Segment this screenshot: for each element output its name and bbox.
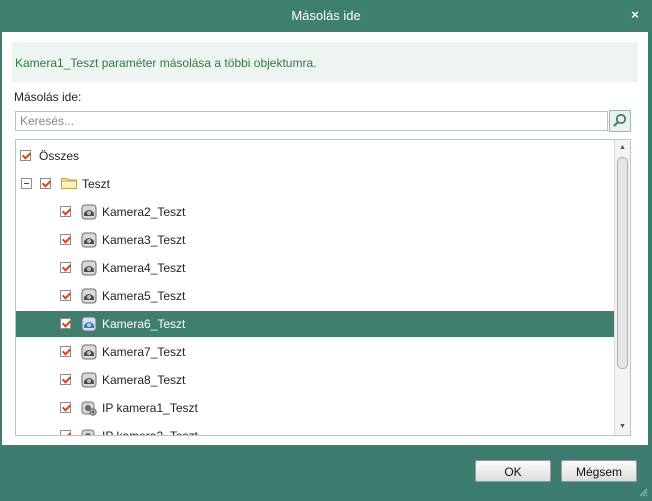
camera-icon xyxy=(81,372,97,388)
camera-icon xyxy=(81,344,97,360)
item-label: Kamera4_Teszt xyxy=(102,261,186,275)
title-bar: Másolás ide × xyxy=(0,0,652,32)
ok-button[interactable]: OK xyxy=(475,460,551,482)
scroll-up-icon[interactable]: ▲ xyxy=(615,140,630,156)
all-label: Összes xyxy=(39,149,80,163)
dialog-footer: OK Mégsem xyxy=(0,445,652,501)
ip-camera-icon xyxy=(81,429,95,435)
tree-row[interactable]: Kamera7_Teszt xyxy=(16,339,614,365)
info-message: Kamera1_Teszt paraméter másolása a többi… xyxy=(12,42,638,82)
scroll-down-icon[interactable]: ▼ xyxy=(615,419,630,435)
item-label: Kamera6_Teszt xyxy=(102,317,186,331)
dialog-title: Másolás ide xyxy=(291,8,361,23)
checkbox-all[interactable] xyxy=(20,150,31,161)
item-label: Kamera8_Teszt xyxy=(102,373,186,387)
tree-row[interactable]: Kamera8_Teszt xyxy=(16,367,614,393)
item-label: IP kamera2_Teszt xyxy=(102,429,198,436)
search-icon xyxy=(613,113,627,127)
camera-icon xyxy=(81,288,97,304)
item-checkbox[interactable] xyxy=(60,346,71,357)
search-input[interactable] xyxy=(16,112,607,130)
tree-row[interactable]: IP kamera2_Teszt xyxy=(16,423,614,436)
copy-to-label: Másolás ide: xyxy=(14,90,82,104)
item-label: Kamera5_Teszt xyxy=(102,289,186,303)
item-checkbox[interactable] xyxy=(60,290,71,301)
item-label: IP kamera1_Teszt xyxy=(102,401,198,415)
item-checkbox[interactable] xyxy=(60,234,71,245)
search-field xyxy=(15,111,608,131)
dialog-body: Kamera1_Teszt paraméter másolása a többi… xyxy=(2,32,648,445)
camera-icon xyxy=(81,316,97,332)
group-label: Teszt xyxy=(82,177,111,191)
item-checkbox[interactable] xyxy=(60,206,71,217)
item-checkbox[interactable] xyxy=(60,402,71,413)
tree-row[interactable]: Kamera6_Teszt xyxy=(16,311,614,337)
item-checkbox[interactable] xyxy=(60,262,71,273)
item-label: Kamera2_Teszt xyxy=(102,205,186,219)
camera-icon xyxy=(81,260,97,276)
item-label: Kamera7_Teszt xyxy=(102,345,186,359)
item-label: Kamera3_Teszt xyxy=(102,233,186,247)
tree-row-all[interactable]: Összes xyxy=(16,143,614,169)
tree-row[interactable]: Kamera2_Teszt xyxy=(16,199,614,225)
ip-camera-icon xyxy=(81,401,97,416)
close-icon[interactable]: × xyxy=(628,7,642,23)
collapse-icon[interactable] xyxy=(21,178,32,189)
item-checkbox[interactable] xyxy=(60,318,71,329)
folder-icon xyxy=(61,178,77,189)
resize-grip-icon[interactable] xyxy=(638,487,648,497)
copy-to-dialog: Másolás ide × Kamera1_Teszt paraméter má… xyxy=(0,0,652,501)
search-button[interactable] xyxy=(609,110,631,132)
camera-icon xyxy=(81,204,97,220)
item-checkbox[interactable] xyxy=(60,374,71,385)
object-tree: Összes Teszt Kamera2_Teszt Kamera3_Teszt K… xyxy=(15,139,631,436)
vertical-scrollbar[interactable]: ▲ ▼ xyxy=(614,140,630,435)
tree-row[interactable]: IP kamera1_Teszt xyxy=(16,395,614,421)
tree-row[interactable]: Kamera5_Teszt xyxy=(16,283,614,309)
tree-row-group[interactable]: Teszt xyxy=(16,171,614,197)
tree-row[interactable]: Kamera3_Teszt xyxy=(16,227,614,253)
camera-icon xyxy=(81,232,97,248)
cancel-button[interactable]: Mégsem xyxy=(561,460,637,482)
checkbox-group[interactable] xyxy=(40,178,51,189)
item-checkbox[interactable] xyxy=(60,430,71,435)
tree-row[interactable]: Kamera4_Teszt xyxy=(16,255,614,281)
scroll-thumb[interactable] xyxy=(617,157,628,369)
